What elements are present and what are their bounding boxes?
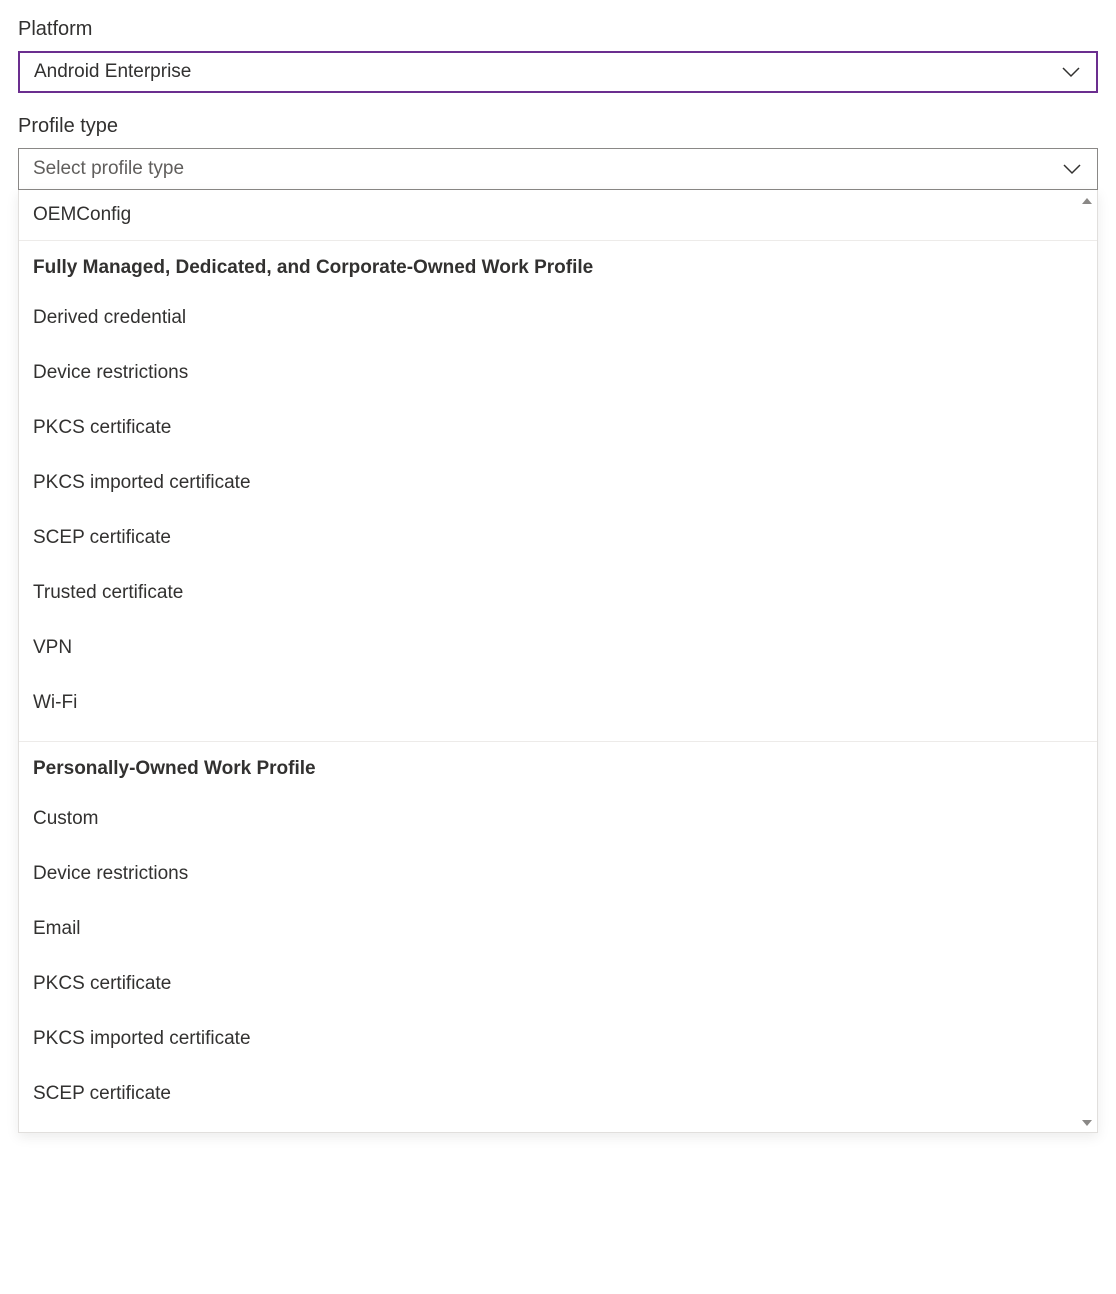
option-vpn[interactable]: VPN (19, 621, 1097, 676)
platform-label: Platform (18, 18, 1098, 41)
option-wifi[interactable]: Wi-Fi (19, 676, 1097, 731)
profile-type-label: Profile type (18, 115, 1098, 138)
group-header-fully-managed: Fully Managed, Dedicated, and Corporate-… (19, 241, 1097, 291)
option-trusted-certificate[interactable]: Trusted certificate (19, 566, 1097, 621)
profile-type-select[interactable]: Select profile type (18, 148, 1098, 190)
option-oemconfig[interactable]: OEMConfig (19, 190, 1097, 241)
group-personally-owned: Personally-Owned Work Profile Custom Dev… (19, 742, 1097, 1132)
option-email[interactable]: Email (19, 902, 1097, 957)
dropdown-scroll[interactable]: OEMConfig Fully Managed, Dedicated, and … (19, 190, 1097, 1132)
option-pkcs-certificate-2[interactable]: PKCS certificate (19, 957, 1097, 1012)
option-custom[interactable]: Custom (19, 792, 1097, 847)
option-derived-credential[interactable]: Derived credential (19, 291, 1097, 346)
option-scep-certificate-2[interactable]: SCEP certificate (19, 1067, 1097, 1122)
group-fully-managed: Fully Managed, Dedicated, and Corporate-… (19, 241, 1097, 742)
option-device-restrictions[interactable]: Device restrictions (19, 346, 1097, 401)
option-pkcs-certificate[interactable]: PKCS certificate (19, 401, 1097, 456)
profile-type-dropdown: OEMConfig Fully Managed, Dedicated, and … (18, 190, 1098, 1133)
group-header-personally-owned: Personally-Owned Work Profile (19, 742, 1097, 792)
profile-type-placeholder: Select profile type (33, 158, 184, 180)
platform-select[interactable]: Android Enterprise (18, 51, 1098, 93)
platform-field: Platform Android Enterprise (18, 18, 1098, 93)
option-pkcs-imported-certificate[interactable]: PKCS imported certificate (19, 456, 1097, 511)
option-pkcs-imported-certificate-2[interactable]: PKCS imported certificate (19, 1012, 1097, 1067)
option-device-restrictions-2[interactable]: Device restrictions (19, 847, 1097, 902)
profile-type-field: Profile type Select profile type OEMConf… (18, 115, 1098, 1133)
option-scep-certificate[interactable]: SCEP certificate (19, 511, 1097, 566)
chevron-down-icon (1061, 158, 1083, 180)
chevron-down-icon (1060, 61, 1082, 83)
platform-select-value: Android Enterprise (34, 61, 191, 83)
